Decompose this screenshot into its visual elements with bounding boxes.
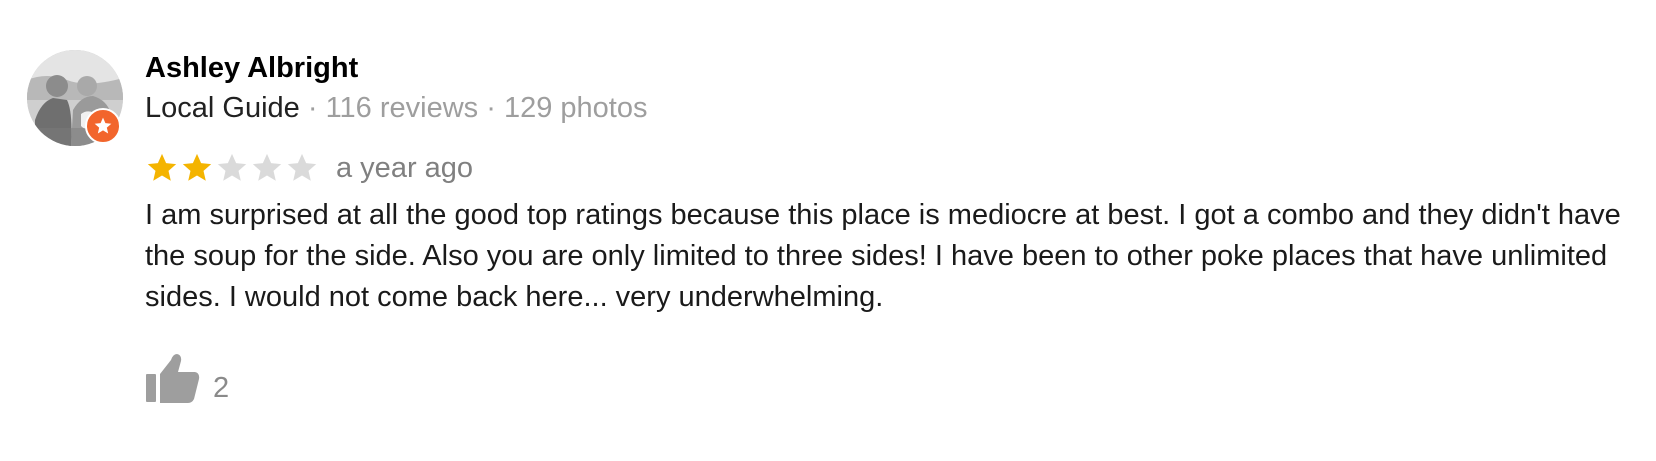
rating-row: a year ago (145, 150, 473, 186)
photo-count: 129 photos (503, 92, 648, 124)
star-empty-icon (217, 153, 247, 181)
author-name[interactable]: Ashley Albright (145, 52, 358, 85)
star-filled-icon (147, 153, 177, 181)
like-count: 2 (213, 372, 230, 404)
star-filled-icon (182, 153, 212, 181)
meta-separator: · (299, 92, 326, 124)
star-empty-icon (252, 153, 282, 181)
local-guide-badge (85, 108, 121, 144)
author-meta: Local Guide · 116 reviews · 129 photos (145, 92, 647, 125)
local-guide-star-icon (94, 117, 112, 134)
author-avatar-container[interactable] (27, 50, 123, 146)
like-row: 2 (145, 354, 230, 404)
local-guide-label: Local Guide (145, 92, 300, 124)
star-empty-icon (287, 153, 317, 181)
meta-separator: · (478, 92, 504, 124)
review-date: a year ago (336, 151, 474, 184)
review-card: Ashley Albright Local Guide · 116 review… (0, 0, 1656, 461)
star-rating (145, 151, 320, 185)
thumbs-up-icon[interactable] (145, 352, 201, 404)
review-count: 116 reviews (325, 92, 479, 124)
review-text: I am surprised at all the good top ratin… (145, 199, 1621, 313)
